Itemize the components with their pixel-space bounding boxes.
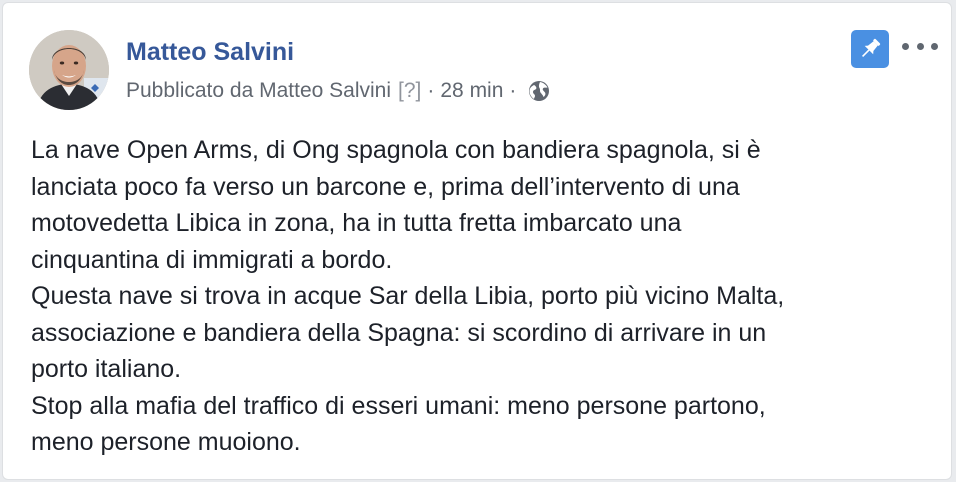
- post-text-line: Stop alla mafia del traffico di esseri u…: [31, 391, 766, 420]
- post-meta: Pubblicato da Matteo Salvini [?] · 28 min ·: [126, 77, 550, 105]
- ellipsis-icon-dot: [916, 42, 924, 50]
- help-link[interactable]: [?]: [398, 79, 421, 103]
- post-text-line: La nave Open Arms, di Ong spagnola con b…: [31, 136, 761, 164]
- post-text-line: motovedetta Libica in zona, ha in tutta …: [31, 209, 682, 237]
- ellipsis-icon-dot: [902, 42, 909, 50]
- avatar-photo: [29, 30, 109, 110]
- post-text-line: associazione e bandiera della Spagna: si…: [31, 318, 767, 347]
- meta-prefix: Pubblicato da: [126, 79, 254, 102]
- globe-icon[interactable]: [528, 80, 550, 102]
- meta-separator: ·: [427, 79, 435, 102]
- meta-author-link[interactable]: Matteo Salvini: [259, 79, 391, 103]
- post-text-line: Questa nave si trova in acque Sar della …: [31, 282, 785, 310]
- timestamp-link[interactable]: 28 min: [440, 79, 503, 103]
- post-text: La nave Open Arms, di Ong spagnola con b…: [31, 132, 936, 461]
- post-text-line: lanciata poco fa verso un barcone e, pri…: [31, 172, 740, 201]
- post-text-line: porto italiano.: [31, 355, 182, 383]
- ellipsis-icon-dot: [931, 42, 938, 50]
- author-name-link[interactable]: Matteo Salvini: [126, 37, 294, 67]
- avatar[interactable]: [29, 30, 109, 110]
- post-text-line: meno persone muoiono.: [31, 428, 301, 456]
- pin-icon: [862, 38, 881, 57]
- more-options-button[interactable]: [902, 34, 938, 58]
- meta-separator: ·: [509, 79, 517, 102]
- post-card: Matteo Salvini Pubblicato da Matteo Salv…: [2, 2, 952, 480]
- post-text-line: cinquantina di immigrati a bordo.: [31, 245, 393, 274]
- pin-button[interactable]: [851, 30, 889, 68]
